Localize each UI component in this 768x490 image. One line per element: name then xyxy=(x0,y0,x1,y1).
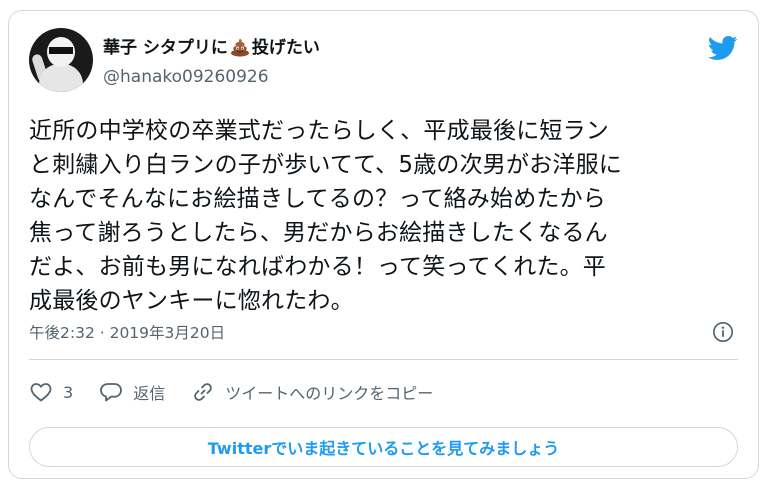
reply-button[interactable]: 返信 xyxy=(99,380,165,404)
display-name-suffix: 投げたい xyxy=(251,38,320,58)
display-name-text: 華子 シタプリに xyxy=(103,38,228,58)
tweet-timestamp[interactable]: 午後2:32 · 2019年3月20日 xyxy=(29,321,225,343)
like-button[interactable]: 3 xyxy=(29,380,73,404)
copy-link-button[interactable]: ツイートへのリンクをコピー xyxy=(191,380,433,404)
poo-emoji-icon xyxy=(230,38,249,57)
link-icon xyxy=(194,383,213,401)
heart-icon xyxy=(30,383,52,402)
avatar-censor-bar xyxy=(49,47,73,54)
tweet-card: 華子 シタプリに 投げたい @hanako09260926 近所の中学校の卒業式… xyxy=(8,10,759,479)
twitter-bird-icon[interactable] xyxy=(708,33,738,63)
copy-link-label: ツイートへのリンクをコピー xyxy=(225,384,434,403)
user-handle[interactable]: @hanako09260926 xyxy=(103,66,320,88)
tweet-text: 近所の中学校の卒業式だったらしく、平成最後に短ラン と刺繍入り白ランの子が歩いて… xyxy=(29,118,622,314)
author-block[interactable]: 華子 シタプリに 投げたい @hanako09260926 xyxy=(103,37,320,88)
action-bar: 3 返信 ツイートへのリンクをコピー xyxy=(29,377,459,407)
avatar[interactable] xyxy=(29,28,93,92)
like-count: 3 xyxy=(63,382,74,402)
reply-label: 返信 xyxy=(133,384,166,403)
divider xyxy=(29,359,738,360)
avatar-body xyxy=(39,64,83,92)
info-icon[interactable] xyxy=(712,321,734,343)
see-whats-happening-button[interactable]: Twitterでいま起きていることを見てみましょう xyxy=(29,427,738,467)
reply-bubble-icon xyxy=(100,383,123,402)
display-name[interactable]: 華子 シタプリに 投げたい xyxy=(103,37,320,59)
